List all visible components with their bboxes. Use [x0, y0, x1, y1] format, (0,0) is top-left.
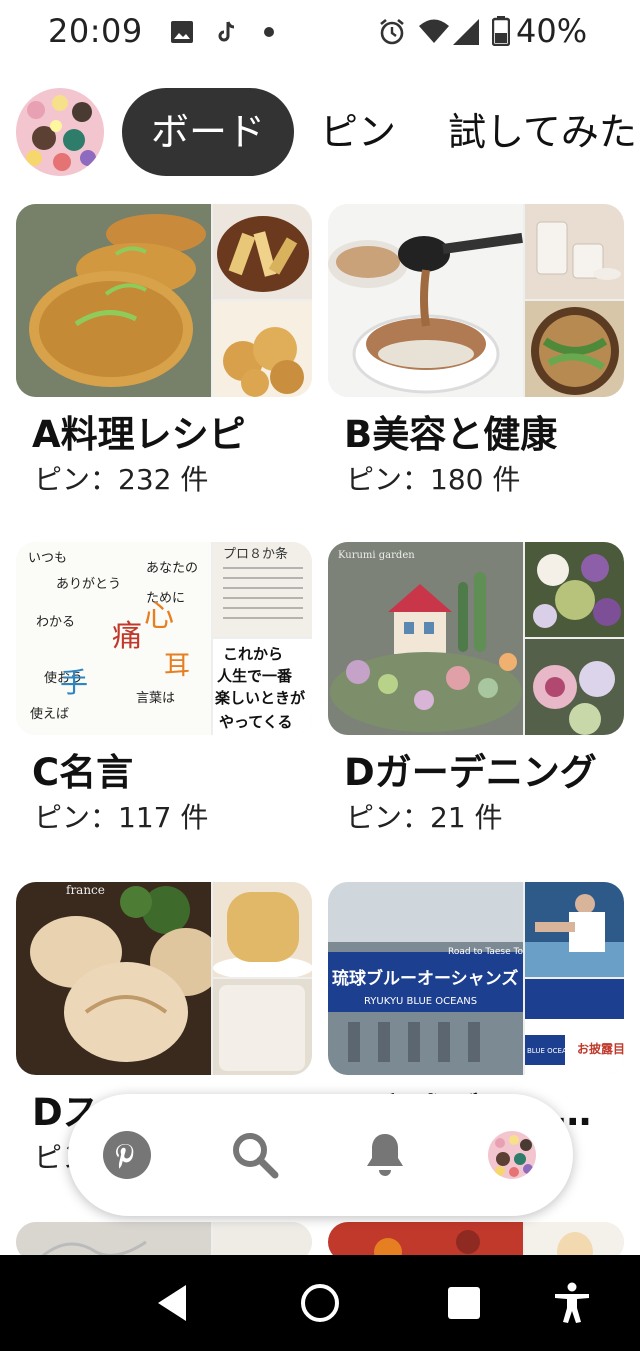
board-pin-count: ピン：117 件	[34, 801, 209, 834]
battery-icon	[492, 16, 510, 46]
svg-text:痛: 痛	[112, 619, 142, 654]
board-card-quotes[interactable]: いつも ありがとう わかる あなたの ために 使おう 言葉は 使えば 痛 心 耳 手 プロ…	[16, 542, 314, 842]
cover-image-main: france	[16, 882, 211, 1075]
board-title: A料理レシピ	[32, 413, 246, 456]
board-card-beauty-health[interactable]: B美容と健康 ピン：180 件	[328, 204, 626, 504]
tiktok-icon	[218, 21, 235, 42]
profile-avatar[interactable]	[16, 88, 104, 176]
cover-image-bottom-right	[525, 301, 624, 397]
dot-icon	[264, 27, 274, 37]
cover-image-top-right: プロ８か条	[213, 542, 312, 637]
pinterest-home-icon[interactable]	[102, 1130, 152, 1180]
signal-icon	[453, 19, 479, 45]
board-pin-count: ピン：21 件	[346, 801, 503, 834]
board-cover	[16, 204, 312, 397]
bread-label: france	[66, 883, 105, 897]
cover-image-top-right	[213, 204, 312, 299]
svg-text:手: 手	[60, 666, 88, 699]
search-icon[interactable]	[230, 1130, 280, 1180]
bell-icon[interactable]	[360, 1130, 410, 1180]
svg-text:わかる: わかる	[36, 615, 75, 630]
board-title: Dガーデニング	[344, 751, 597, 794]
cover-image-main	[16, 204, 211, 397]
banner-sub: RYUKYU BLUE OCEANS	[364, 996, 477, 1007]
svg-text:ありがとう: ありがとう	[56, 577, 121, 592]
svg-text:心: 心	[144, 599, 174, 634]
banner-top: Road to Taese Town	[448, 947, 523, 957]
image-icon	[171, 21, 193, 43]
board-card-recipes[interactable]: A料理レシピ ピン：232 件	[16, 204, 314, 504]
status-time: 20:09	[48, 12, 143, 50]
cover-image-main	[328, 204, 523, 397]
tab-tried[interactable]: 試してみた	[448, 88, 637, 176]
board-pin-count: ピン：232 件	[34, 463, 209, 496]
ryukyu-small: BLUE OCEANS	[527, 1047, 577, 1055]
proverb-line-1: これから	[223, 645, 283, 663]
board-cover: Road to Taese Town 琉球ブルーオーシャンズ RYUKYU BL…	[328, 882, 624, 1075]
back-icon[interactable]	[152, 1281, 196, 1325]
system-nav-bar	[0, 1255, 640, 1351]
svg-text:耳: 耳	[164, 651, 190, 681]
board-cover	[328, 204, 624, 397]
cover-image-main: Kurumi garden	[328, 542, 523, 735]
cover-image-top-right	[213, 882, 312, 977]
cover-image-top-right	[525, 204, 624, 299]
cover-image-bottom-right	[525, 639, 624, 735]
svg-text:使えば: 使えば	[30, 706, 69, 722]
svg-text:あなたの: あなたの	[146, 561, 198, 576]
svg-text:言葉は: 言葉は	[136, 691, 175, 706]
wifi-icon	[419, 19, 449, 43]
recents-icon[interactable]	[442, 1281, 486, 1325]
banner-main: 琉球ブルーオーシャンズ	[332, 968, 518, 989]
garden-sign: Kurumi garden	[338, 550, 415, 561]
board-card-gardening[interactable]: Kurumi garden Dガーデニング ピン：21 件	[328, 542, 626, 842]
event-text: お披露目	[577, 1041, 624, 1056]
board-cover: いつも ありがとう わかる あなたの ために 使おう 言葉は 使えば 痛 心 耳 手 プロ…	[16, 542, 312, 735]
proverb-tag: プロ８か条	[223, 546, 288, 562]
accessibility-icon[interactable]	[550, 1281, 594, 1325]
proverb-line-3: 楽しいときが	[215, 689, 306, 707]
tab-boards[interactable]: ボード	[122, 88, 294, 176]
board-title: C名言	[32, 751, 134, 794]
cover-image-bottom-right: お披露目 BLUE OCEANS	[525, 979, 624, 1075]
board-title: B美容と健康	[344, 413, 558, 456]
board-pin-count: ピン：180 件	[346, 463, 521, 496]
board-cover: france	[16, 882, 312, 1075]
cover-image-main: Road to Taese Town 琉球ブルーオーシャンズ RYUKYU BL…	[328, 882, 523, 1075]
svg-text:いつも: いつも	[28, 551, 67, 566]
cover-image-main: いつも ありがとう わかる あなたの ために 使おう 言葉は 使えば 痛 心 耳 手	[16, 542, 211, 735]
board-cover: Kurumi garden	[328, 542, 624, 735]
cover-image-top-right	[525, 882, 624, 977]
tab-pins[interactable]: ピン	[320, 88, 396, 176]
alarm-icon	[380, 18, 404, 45]
cover-image-top-right	[525, 542, 624, 637]
battery-percent: 40%	[516, 12, 588, 50]
bottom-nav	[68, 1094, 573, 1216]
cover-image-bottom-right	[213, 979, 312, 1075]
home-icon[interactable]	[298, 1281, 342, 1325]
proverb-line-2: 人生で一番	[217, 667, 293, 685]
proverb-line-4: やってくる	[219, 713, 293, 731]
status-bar: 20:09 40%	[0, 0, 640, 66]
profile-avatar[interactable]	[488, 1131, 536, 1179]
cover-image-bottom-right	[213, 301, 312, 397]
cover-image-bottom-right: これから 人生で一番 楽しいときが やってくる	[213, 639, 312, 735]
